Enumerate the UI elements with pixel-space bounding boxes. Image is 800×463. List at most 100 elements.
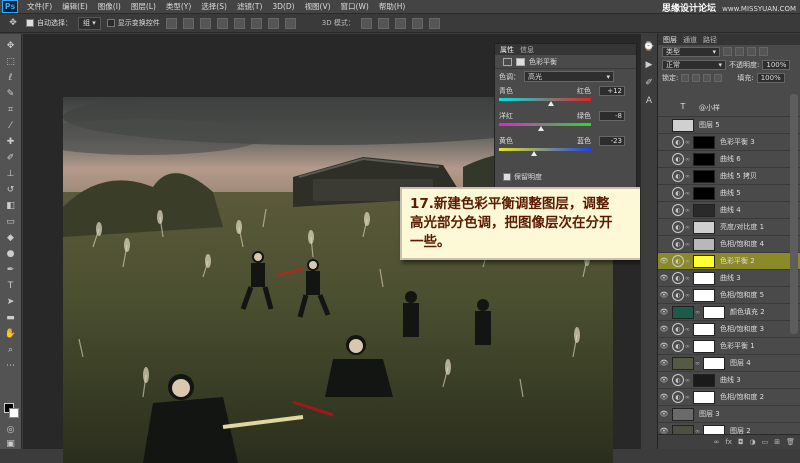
layer-row[interactable]: 👁 ◐ ∞ 色相/饱和度 5 xyxy=(658,287,800,304)
align-left-icon[interactable] xyxy=(216,17,228,29)
quick-select-icon[interactable]: ✎ xyxy=(4,87,18,101)
move-tool-icon[interactable]: ✥ xyxy=(4,39,18,53)
brush-panel-icon[interactable]: ✐ xyxy=(642,76,656,90)
layer-mask-thumbnail[interactable] xyxy=(693,339,715,353)
path-select-icon[interactable]: ➤ xyxy=(4,295,18,309)
clone-stamp-icon[interactable]: ⊥ xyxy=(4,167,18,181)
layer-filter-dropdown[interactable]: 类型 ▾ xyxy=(662,46,720,57)
show-transform-checkbox[interactable] xyxy=(106,19,115,27)
layer-row[interactable]: 👁 ◐ ∞ 色彩平衡 2 xyxy=(658,253,800,270)
delete-layer-icon[interactable]: 🗑 xyxy=(786,438,795,446)
mask-link-icon[interactable]: ∞ xyxy=(684,275,691,282)
align-top-icon[interactable] xyxy=(165,17,177,29)
dodge-tool-icon[interactable]: ● xyxy=(4,247,18,261)
layer-row[interactable]: 👁 ◐ ∞ 色相/饱和度 3 xyxy=(658,321,800,338)
filter-pixel-icon[interactable] xyxy=(723,47,732,56)
visibility-eye-icon[interactable]: 👁 xyxy=(658,376,670,384)
new-layer-icon[interactable]: ⊞ xyxy=(774,438,780,446)
move-tool-icon[interactable]: ✥ xyxy=(6,16,20,30)
layer-row[interactable]: 👁 ◐ ∞ 曲线 3 xyxy=(658,372,800,389)
mask-link-icon[interactable]: ∞ xyxy=(684,326,691,333)
gradient-tool-icon[interactable]: ▭ xyxy=(4,215,18,229)
drag-3d-icon[interactable] xyxy=(394,17,406,29)
layer-mask-thumbnail[interactable] xyxy=(693,203,715,217)
marquee-tool-icon[interactable]: ⬚ xyxy=(4,55,18,69)
menu-3d[interactable]: 3D(D) xyxy=(267,2,299,11)
filter-shape-icon[interactable] xyxy=(759,47,768,56)
menu-image[interactable]: 图像(I) xyxy=(93,1,126,12)
layer-row[interactable]: ◐ ∞ 曲线 4 xyxy=(658,202,800,219)
layer-row[interactable]: ◐ ∞ 色相/饱和度 4 xyxy=(658,236,800,253)
mask-link-icon[interactable]: ∞ xyxy=(694,309,701,316)
layer-style-icon[interactable]: fx xyxy=(725,438,732,446)
tab-paths[interactable]: 路径 xyxy=(703,35,717,45)
layer-mask-thumbnail[interactable] xyxy=(703,356,725,370)
mask-icon[interactable] xyxy=(516,57,525,66)
add-mask-icon[interactable]: ◘ xyxy=(738,438,744,446)
lock-transparency-icon[interactable] xyxy=(681,73,690,82)
visibility-eye-icon[interactable]: 👁 xyxy=(658,274,670,282)
lock-position-icon[interactable] xyxy=(703,73,712,82)
layer-mask-thumbnail[interactable] xyxy=(693,135,715,149)
align-center-icon[interactable] xyxy=(233,17,245,29)
layer-mask-thumbnail[interactable] xyxy=(693,390,715,404)
align-middle-icon[interactable] xyxy=(182,17,194,29)
opacity-field[interactable]: 100% xyxy=(762,59,791,70)
menu-type[interactable]: 类型(Y) xyxy=(161,1,196,12)
background-color-swatch[interactable] xyxy=(9,408,19,418)
distribute-h-icon[interactable] xyxy=(284,17,296,29)
history-brush-icon[interactable]: ↺ xyxy=(4,183,18,197)
mask-link-icon[interactable]: ∞ xyxy=(684,292,691,299)
character-panel-icon[interactable]: A xyxy=(642,94,656,108)
mask-link-icon[interactable]: ∞ xyxy=(684,156,691,163)
visibility-eye-icon[interactable]: 👁 xyxy=(658,359,670,367)
pen-tool-icon[interactable]: ✒ xyxy=(4,263,18,277)
layer-mask-thumbnail[interactable] xyxy=(693,271,715,285)
blend-mode-dropdown[interactable]: 正常 ▾ xyxy=(662,59,726,70)
visibility-eye-icon[interactable]: 👁 xyxy=(658,393,670,401)
roll-3d-icon[interactable] xyxy=(377,17,389,29)
visibility-eye-icon[interactable]: 👁 xyxy=(658,308,670,316)
tab-info[interactable]: 信息 xyxy=(520,45,534,55)
new-adjustment-icon[interactable]: ◑ xyxy=(750,438,756,446)
auto-select-dropdown[interactable]: 组 ▾ xyxy=(78,16,101,30)
layer-row[interactable]: 👁 ∞ 图层 4 xyxy=(658,355,800,372)
lasso-tool-icon[interactable]: ℓ xyxy=(4,71,18,85)
menu-help[interactable]: 帮助(H) xyxy=(374,1,411,12)
layer-row[interactable]: ◐ ∞ 曲线 6 xyxy=(658,151,800,168)
align-bottom-icon[interactable] xyxy=(199,17,211,29)
mask-link-icon[interactable]: ∞ xyxy=(684,258,691,265)
layer-row[interactable]: ◐ ∞ 曲线 5 xyxy=(658,185,800,202)
layer-mask-thumbnail[interactable] xyxy=(693,152,715,166)
mask-link-icon[interactable]: ∞ xyxy=(684,343,691,350)
menu-file[interactable]: 文件(F) xyxy=(22,1,57,12)
menu-view[interactable]: 视图(V) xyxy=(300,1,336,12)
layer-row[interactable]: T @小样 xyxy=(658,100,800,117)
link-layers-icon[interactable]: ∞ xyxy=(714,438,720,446)
mask-link-icon[interactable]: ∞ xyxy=(694,360,701,367)
type-tool-icon[interactable]: T xyxy=(4,279,18,293)
layer-row[interactable]: 👁 ◐ ∞ 色相/饱和度 2 xyxy=(658,389,800,406)
align-right-icon[interactable] xyxy=(250,17,262,29)
layer-mask-thumbnail[interactable] xyxy=(693,322,715,336)
visibility-eye-icon[interactable]: 👁 xyxy=(658,342,670,350)
crop-tool-icon[interactable]: ⌗ xyxy=(4,103,18,117)
mask-link-icon[interactable]: ∞ xyxy=(684,241,691,248)
fill-field[interactable]: 100% xyxy=(756,72,785,83)
actions-panel-icon[interactable]: ▶ xyxy=(642,58,656,72)
slider-thumb[interactable] xyxy=(530,151,537,156)
zoom-tool-icon[interactable]: ⌕ xyxy=(4,343,18,357)
slider-value-field[interactable]: +12 xyxy=(599,86,625,96)
layer-row[interactable]: 👁 ∞ 颜色填充 2 xyxy=(658,304,800,321)
slider-track[interactable] xyxy=(499,98,591,101)
scale-3d-icon[interactable] xyxy=(428,17,440,29)
lock-all-icon[interactable] xyxy=(714,73,723,82)
magenta-green-slider[interactable]: 洋红 绿色 -8 xyxy=(495,109,636,134)
mask-link-icon[interactable]: ∞ xyxy=(684,139,691,146)
quick-mask-icon[interactable]: ◎ xyxy=(4,423,18,437)
layer-row[interactable]: 👁 ◐ ∞ 曲线 3 xyxy=(658,270,800,287)
distribute-icon[interactable] xyxy=(267,17,279,29)
menu-select[interactable]: 选择(S) xyxy=(196,1,232,12)
slider-thumb[interactable] xyxy=(538,126,545,131)
slider-track[interactable] xyxy=(499,148,591,151)
